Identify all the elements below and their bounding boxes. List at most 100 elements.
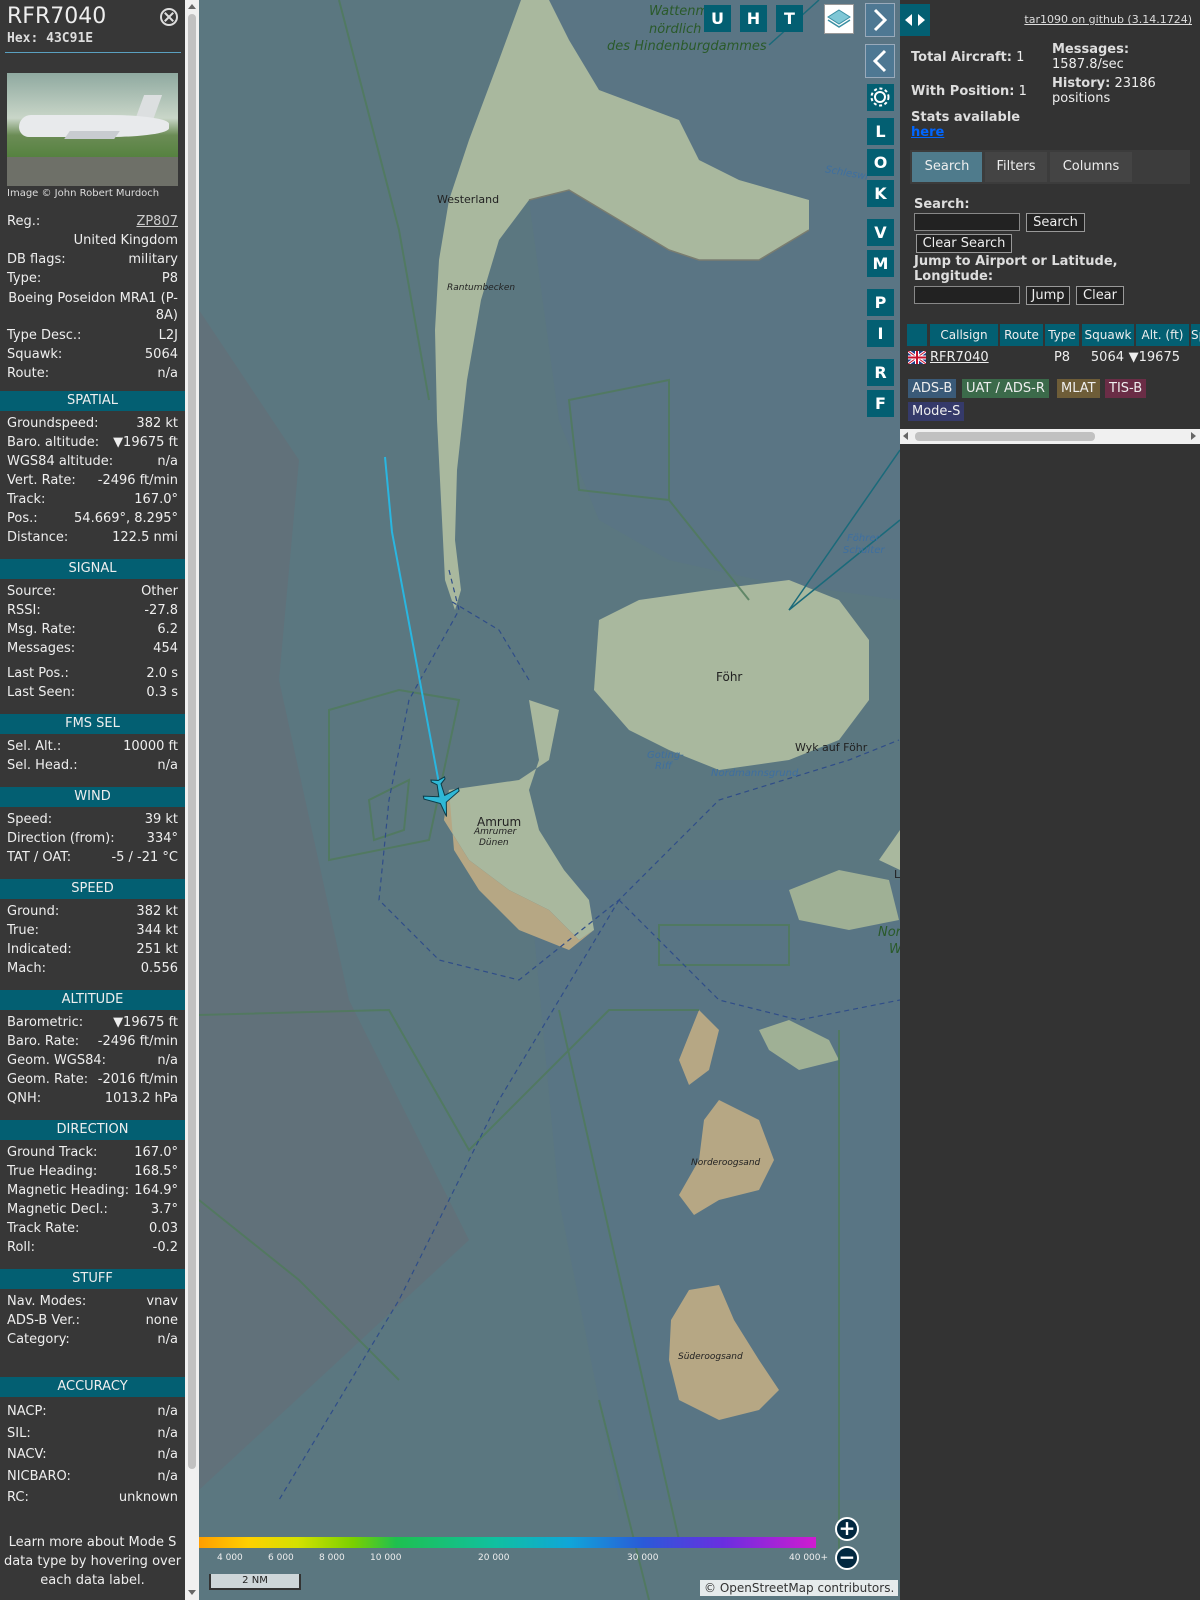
spatial-label[interactable]: Track: — [7, 490, 45, 509]
toggle-p-button[interactable]: P — [867, 289, 894, 316]
signal-label[interactable]: Last Pos.: — [7, 664, 69, 683]
spatial-value: -2496 ft/min — [97, 473, 178, 488]
speed-label[interactable]: Indicated: — [7, 940, 72, 959]
col-squawk[interactable]: Squawk — [1082, 324, 1134, 346]
github-link[interactable]: tar1090 on github (3.14.1724) — [1024, 13, 1192, 26]
close-info-button[interactable] — [160, 8, 178, 26]
accuracy-label[interactable]: SIL: — [7, 1424, 31, 1443]
col-alt[interactable]: Alt. (ft) — [1136, 324, 1189, 346]
reg-link[interactable]: ZP807 — [136, 212, 178, 231]
stuff-label[interactable]: Category: — [7, 1330, 70, 1349]
toggle-k-button[interactable]: K — [867, 180, 894, 207]
tab-filters[interactable]: Filters — [985, 152, 1047, 182]
toggle-t-button[interactable]: T — [776, 5, 803, 32]
toggle-u-button[interactable]: U — [704, 5, 731, 32]
stats-link[interactable]: here — [911, 125, 944, 140]
spatial-label[interactable]: WGS84 altitude: — [7, 452, 113, 471]
altitude-label[interactable]: QNH: — [7, 1089, 41, 1108]
accuracy-label[interactable]: RC: — [7, 1488, 29, 1507]
direction-label[interactable]: True Heading: — [7, 1162, 97, 1181]
signal-label[interactable]: Source: — [7, 582, 56, 601]
altitude-label[interactable]: Baro. Rate: — [7, 1032, 79, 1051]
stuff-label[interactable]: ADS-B Ver.: — [7, 1311, 80, 1330]
scroll-up-arrow[interactable] — [188, 4, 196, 9]
direction-label[interactable]: Magnetic Decl.: — [7, 1200, 108, 1219]
col-speed[interactable]: Sp — [1191, 324, 1200, 346]
collapse-sidebar-button[interactable] — [865, 44, 895, 78]
map-attribution[interactable]: © OpenStreetMap contributors. — [700, 1580, 899, 1596]
direction-label[interactable]: Magnetic Heading: — [7, 1181, 129, 1200]
scroll-down-arrow[interactable] — [188, 1590, 196, 1595]
info-scrollbar[interactable] — [185, 0, 199, 1600]
signal-label[interactable]: Last Seen: — [7, 683, 75, 702]
table-hscrollbar[interactable] — [900, 429, 1200, 444]
toggle-f-button[interactable]: F — [867, 390, 894, 417]
speed-label[interactable]: True: — [7, 921, 39, 940]
signal-label[interactable]: RSSI: — [7, 601, 41, 620]
stuff-label[interactable]: Nav. Modes: — [7, 1292, 86, 1311]
spatial-label[interactable]: Baro. altitude: — [7, 433, 99, 452]
toggle-o-button[interactable]: O — [867, 149, 894, 176]
label-wyk: Wyk auf Föhr — [795, 741, 868, 754]
tab-columns[interactable]: Columns — [1050, 152, 1132, 182]
spatial-label[interactable]: Groundspeed: — [7, 414, 98, 433]
zoom-in-button[interactable]: + — [835, 1517, 859, 1541]
col-type[interactable]: Type — [1045, 324, 1079, 346]
altitude-label[interactable]: Barometric: — [7, 1013, 83, 1032]
altitude-row: Geom. WGS84: n/a — [7, 1051, 178, 1070]
jump-input[interactable] — [914, 286, 1020, 304]
signal-label[interactable]: Msg. Rate: — [7, 620, 76, 639]
speed-label[interactable]: Mach: — [7, 959, 46, 978]
zoom-out-button[interactable]: − — [835, 1546, 859, 1570]
wind-label[interactable]: Direction (from): — [7, 829, 115, 848]
clear-search-button[interactable]: Clear Search — [916, 234, 1012, 253]
altitude-value: -2496 ft/min — [97, 1034, 178, 1049]
toggle-i-button[interactable]: I — [867, 320, 894, 347]
toggle-l-button[interactable]: L — [867, 118, 894, 145]
toggle-h-button[interactable]: H — [740, 5, 767, 32]
search-input[interactable] — [914, 213, 1020, 231]
tag-uat: UAT / ADS-R — [962, 379, 1049, 398]
jump-button[interactable]: Jump — [1026, 286, 1070, 305]
wind-label[interactable]: TAT / OAT: — [7, 848, 71, 867]
spatial-label[interactable]: Vert. Rate: — [7, 471, 76, 490]
scroll-right-arrow[interactable] — [1191, 432, 1196, 440]
spatial-label[interactable]: Pos.: — [7, 509, 38, 528]
scroll-thumb[interactable] — [188, 14, 196, 1469]
toggle-r-button[interactable]: R — [867, 359, 894, 386]
wind-label[interactable]: Speed: — [7, 810, 52, 829]
spatial-label[interactable]: Distance: — [7, 528, 68, 547]
settings-button[interactable] — [867, 84, 894, 111]
fms-label[interactable]: Sel. Alt.: — [7, 737, 61, 756]
sidebar-toggle-button[interactable] — [900, 4, 930, 36]
row-callsign[interactable]: RFR7040 — [930, 349, 989, 367]
accuracy-label[interactable]: NACV: — [7, 1445, 47, 1464]
tab-search[interactable]: Search — [912, 152, 982, 182]
toggle-v-button[interactable]: V — [867, 219, 894, 246]
accuracy-label[interactable]: NACP: — [7, 1402, 47, 1421]
aircraft-photo[interactable] — [7, 73, 178, 186]
direction-label[interactable]: Roll: — [7, 1238, 35, 1257]
section-altitude: ALTITUDE — [0, 990, 185, 1010]
altitude-tick-label: 10 000 — [370, 1553, 402, 1563]
signal-label[interactable]: Messages: — [7, 639, 75, 658]
country-row: United Kingdom — [7, 231, 178, 250]
altitude-label[interactable]: Geom. WGS84: — [7, 1051, 106, 1070]
clear-jump-button[interactable]: Clear — [1076, 286, 1124, 305]
hscroll-thumb[interactable] — [915, 432, 1095, 441]
scroll-left-arrow[interactable] — [903, 432, 908, 440]
direction-label[interactable]: Ground Track: — [7, 1143, 97, 1162]
toggle-m-button[interactable]: M — [867, 250, 894, 277]
direction-label[interactable]: Track Rate: — [7, 1219, 79, 1238]
speed-label[interactable]: Ground: — [7, 902, 59, 921]
search-button[interactable]: Search — [1026, 213, 1085, 232]
accuracy-label[interactable]: NICBARO: — [7, 1467, 71, 1486]
col-route[interactable]: Route — [1000, 324, 1043, 346]
col-callsign[interactable]: Callsign — [930, 324, 998, 346]
altitude-label[interactable]: Geom. Rate: — [7, 1070, 88, 1089]
withpos-label: With Position: — [911, 84, 1015, 99]
expand-sidebar-button[interactable] — [865, 3, 895, 37]
layers-button[interactable] — [824, 4, 854, 34]
map-canvas[interactable]: Wattenm nördlich des Hindenburgdammes We… — [199, 0, 900, 1600]
fms-label[interactable]: Sel. Head.: — [7, 756, 78, 775]
